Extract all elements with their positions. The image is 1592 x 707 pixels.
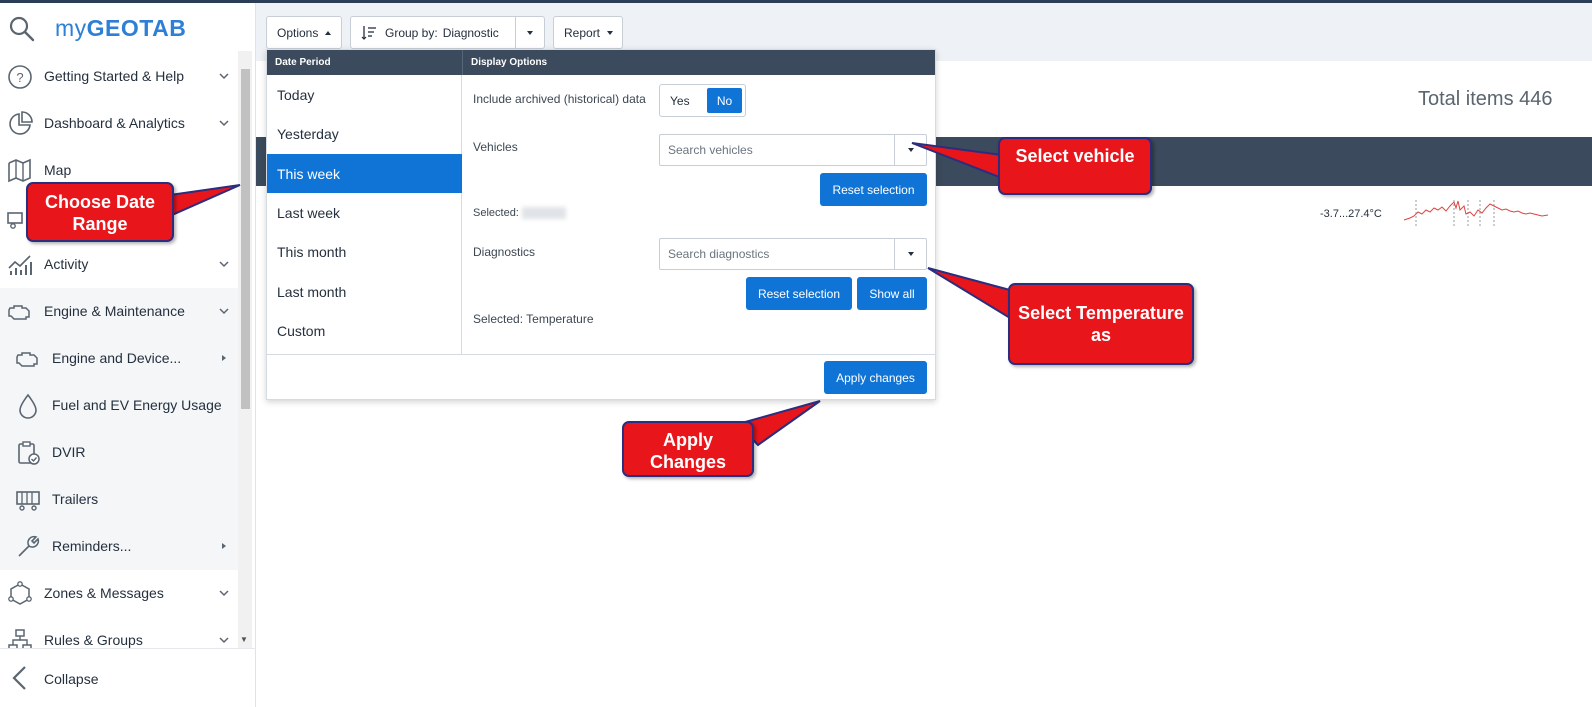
callout-apply-changes: Apply Changes [622, 421, 754, 477]
callout-arrows [168, 142, 1011, 447]
callout-select-temperature: Select Temperature as [1008, 283, 1194, 365]
callout-select-vehicle: Select vehicle [998, 137, 1152, 195]
callout-choose-date-range: Choose Date Range [26, 182, 174, 242]
